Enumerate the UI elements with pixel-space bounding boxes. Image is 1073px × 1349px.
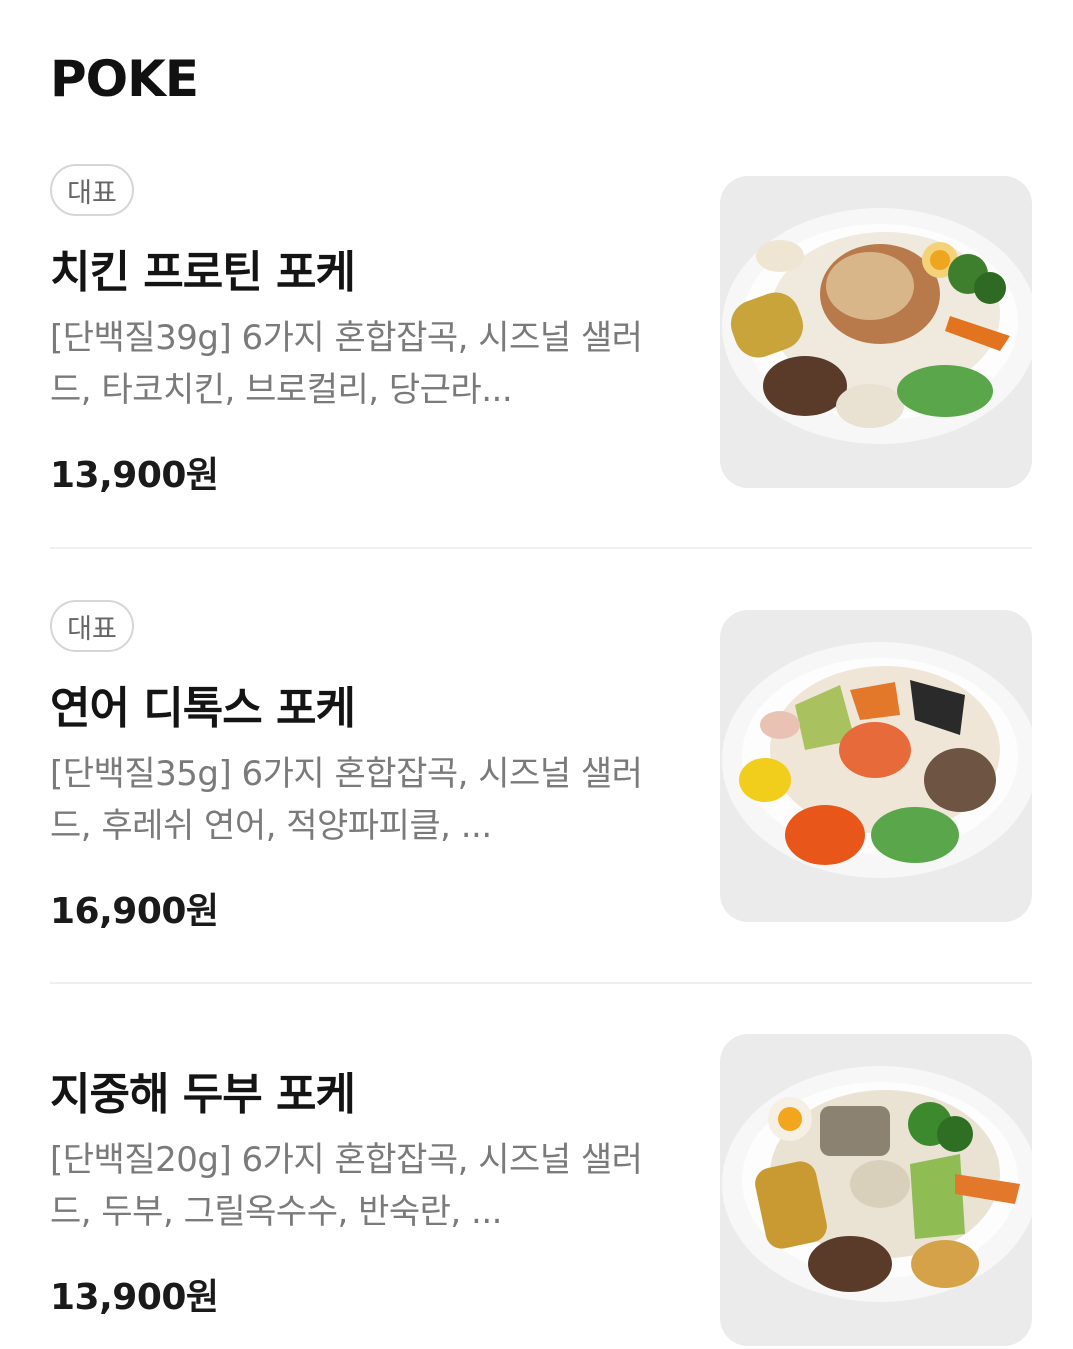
- menu-item-chicken-protein-poke[interactable]: 대표 치킨 프로틴 포케 [단백질39g] 6가지 혼합잡곡, 시즈널 샐러드,…: [50, 164, 1032, 496]
- poke-bowl-image: [722, 642, 1032, 878]
- menu-item-photo[interactable]: [720, 176, 1032, 488]
- menu-item-name: 지중해 두부 포케: [50, 1069, 356, 1120]
- menu-item-mediterranean-tofu-poke[interactable]: 지중해 두부 포케 [단백질20g] 6가지 혼합잡곡, 시즈널 샐러드, 두부…: [50, 1034, 1032, 1349]
- menu-item-name: 연어 디톡스 포케: [50, 683, 356, 734]
- menu-item-price: 13,900원: [50, 1277, 219, 1318]
- poke-bowl-image: [722, 208, 1032, 444]
- signature-badge: 대표: [50, 600, 134, 652]
- menu-item-price: 16,900원: [50, 891, 219, 932]
- menu-item-salmon-detox-poke[interactable]: 대표 연어 디톡스 포케 [단백질35g] 6가지 혼합잡곡, 시즈널 샐러드,…: [50, 600, 1032, 932]
- poke-bowl-image: [722, 1066, 1032, 1302]
- signature-badge: 대표: [50, 164, 134, 216]
- menu-item-description: [단백질39g] 6가지 혼합잡곡, 시즈널 샐러드, 타코치킨, 브로컬리, …: [50, 318, 643, 410]
- menu-item-name: 치킨 프로틴 포케: [50, 247, 356, 298]
- section-title: POKE: [50, 50, 199, 108]
- menu-item-description: [단백질35g] 6가지 혼합잡곡, 시즈널 샐러드, 후레쉬 연어, 적양파피…: [50, 754, 643, 846]
- menu-item-price: 13,900원: [50, 455, 219, 496]
- item-divider: [50, 547, 1032, 549]
- menu-item-photo[interactable]: [720, 1034, 1032, 1346]
- menu-item-photo[interactable]: [720, 610, 1032, 922]
- item-divider: [50, 982, 1032, 984]
- menu-item-description: [단백질20g] 6가지 혼합잡곡, 시즈널 샐러드, 두부, 그릴옥수수, 반…: [50, 1140, 643, 1232]
